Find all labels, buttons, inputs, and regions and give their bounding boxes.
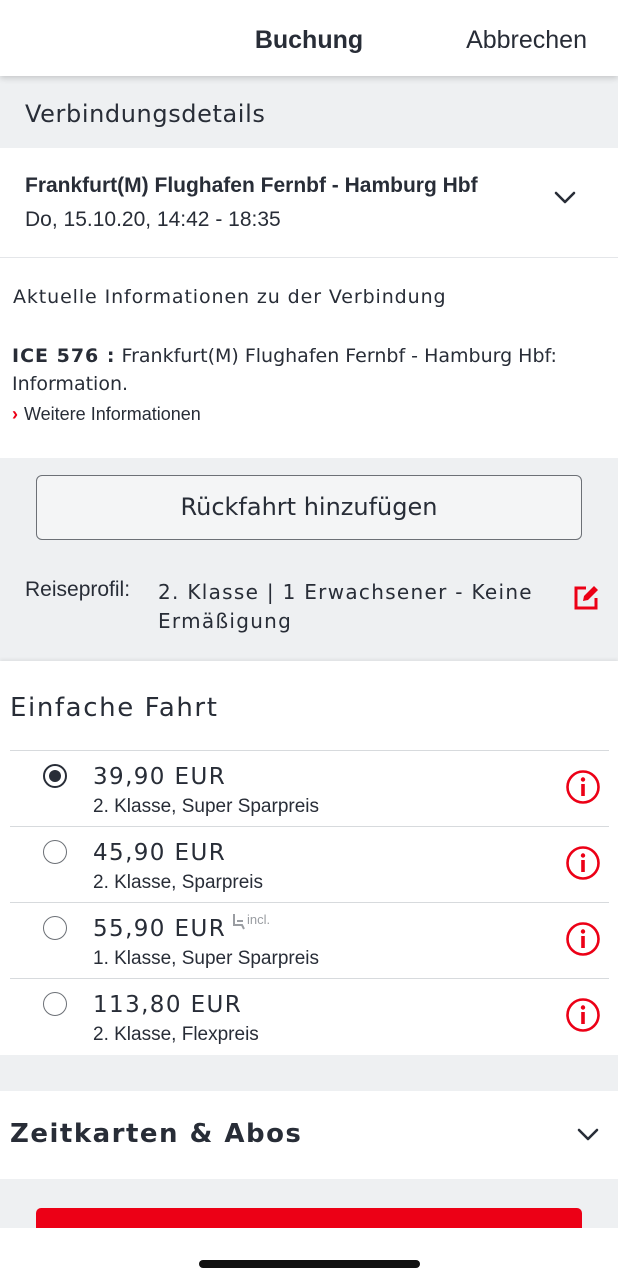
chevron-down-icon[interactable]: [576, 1127, 600, 1143]
info-icon[interactable]: [565, 769, 601, 805]
fare-option[interactable]: 45,90 EUR 2. Klasse, Sparpreis: [10, 826, 609, 902]
fare-description: 2. Klasse, Super Sparpreis: [93, 796, 320, 817]
fare-price: 113,80 EUR: [93, 992, 243, 1018]
info-icon[interactable]: [565, 845, 601, 881]
fare-price: 39,90 EUR: [93, 764, 227, 790]
season-tickets-title: Zeitkarten & Abos: [10, 1119, 303, 1149]
fare-price: 55,90 EUR: [93, 916, 227, 942]
info-message: ICE 576 : Frankfurt(M) Flughafen Fernbf …: [12, 342, 602, 398]
fare-description: 2. Klasse, Sparpreis: [93, 872, 264, 893]
connection-datetime: Do, 15.10.20, 14:42 - 18:35: [25, 208, 281, 231]
fare-section-title: Einfache Fahrt: [10, 693, 219, 723]
home-indicator: [199, 1260, 420, 1268]
connection-route: Frankfurt(M) Flughafen Fernbf - Hamburg …: [25, 174, 478, 197]
seat-reservation-icon: incl.: [231, 912, 270, 930]
trip-options: Rückfahrt hinzufügen Reiseprofil: 2. Kla…: [0, 458, 618, 660]
fare-option[interactable]: 55,90 EUR incl. 1. Klasse, Super Sparpre…: [10, 902, 609, 978]
chevron-down-icon[interactable]: [553, 190, 577, 206]
fare-price: 45,90 EUR: [93, 840, 227, 866]
fare-description: 1. Klasse, Super Sparpreis: [93, 948, 320, 969]
fare-section: Einfache Fahrt 39,90 EUR 2. Klasse, Supe…: [0, 661, 618, 1055]
chevron-right-icon: ›: [12, 404, 18, 424]
season-tickets-accordion[interactable]: Zeitkarten & Abos: [0, 1091, 618, 1179]
info-icon[interactable]: [565, 997, 601, 1033]
fare-description: 2. Klasse, Flexpreis: [93, 1024, 259, 1045]
edit-icon[interactable]: [572, 584, 600, 612]
info-icon[interactable]: [565, 921, 601, 957]
fare-radio-selected[interactable]: [43, 764, 67, 788]
fare-list: 39,90 EUR 2. Klasse, Super Sparpreis 45,…: [10, 750, 609, 1054]
current-info-panel: Aktuelle Informationen zu der Verbindung…: [0, 258, 618, 458]
section-header: Verbindungsdetails: [0, 76, 618, 148]
more-info-link[interactable]: › Weitere Informationen: [12, 404, 201, 425]
add-return-trip-button[interactable]: Rückfahrt hinzufügen: [36, 475, 582, 540]
top-navigation-bar: Buchung Abbrechen: [0, 0, 618, 76]
cancel-button[interactable]: Abbrechen: [466, 26, 587, 55]
fare-option[interactable]: 113,80 EUR 2. Klasse, Flexpreis: [10, 978, 609, 1054]
connection-summary[interactable]: Frankfurt(M) Flughafen Fernbf - Hamburg …: [0, 148, 618, 258]
more-info-label: Weitere Informationen: [24, 404, 201, 424]
fare-radio[interactable]: [43, 992, 67, 1016]
info-title: Aktuelle Informationen zu der Verbindung: [13, 286, 447, 308]
fare-option[interactable]: 39,90 EUR 2. Klasse, Super Sparpreis: [10, 750, 609, 826]
travel-profile-label: Reiseprofil:: [25, 578, 131, 601]
train-number: ICE 576 :: [12, 345, 116, 367]
section-title: Verbindungsdetails: [25, 100, 266, 128]
travel-profile-value: 2. Klasse | 1 Erwachsener - Keine Ermäßi…: [158, 580, 533, 633]
seat-badge-label: incl.: [247, 912, 271, 927]
fare-radio[interactable]: [43, 840, 67, 864]
fare-radio[interactable]: [43, 916, 67, 940]
bottom-safe-area: [0, 1228, 618, 1280]
